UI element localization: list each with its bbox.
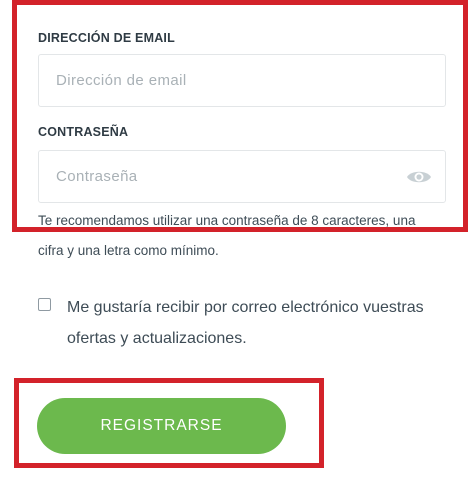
password-field-container — [38, 150, 446, 203]
email-label: DIRECCIÓN DE EMAIL — [38, 31, 175, 45]
register-button[interactable]: REGISTRARSE — [37, 398, 286, 454]
eye-icon[interactable] — [405, 165, 433, 189]
password-label: CONTRASEÑA — [38, 125, 129, 139]
newsletter-checkbox[interactable] — [38, 298, 51, 311]
email-field[interactable] — [39, 55, 396, 106]
newsletter-label[interactable]: Me gustaría recibir por correo electróni… — [67, 292, 447, 354]
password-hint: Te recomendamos utilizar una contraseña … — [38, 213, 416, 258]
email-field-container — [38, 54, 446, 107]
password-field[interactable] — [39, 151, 396, 202]
